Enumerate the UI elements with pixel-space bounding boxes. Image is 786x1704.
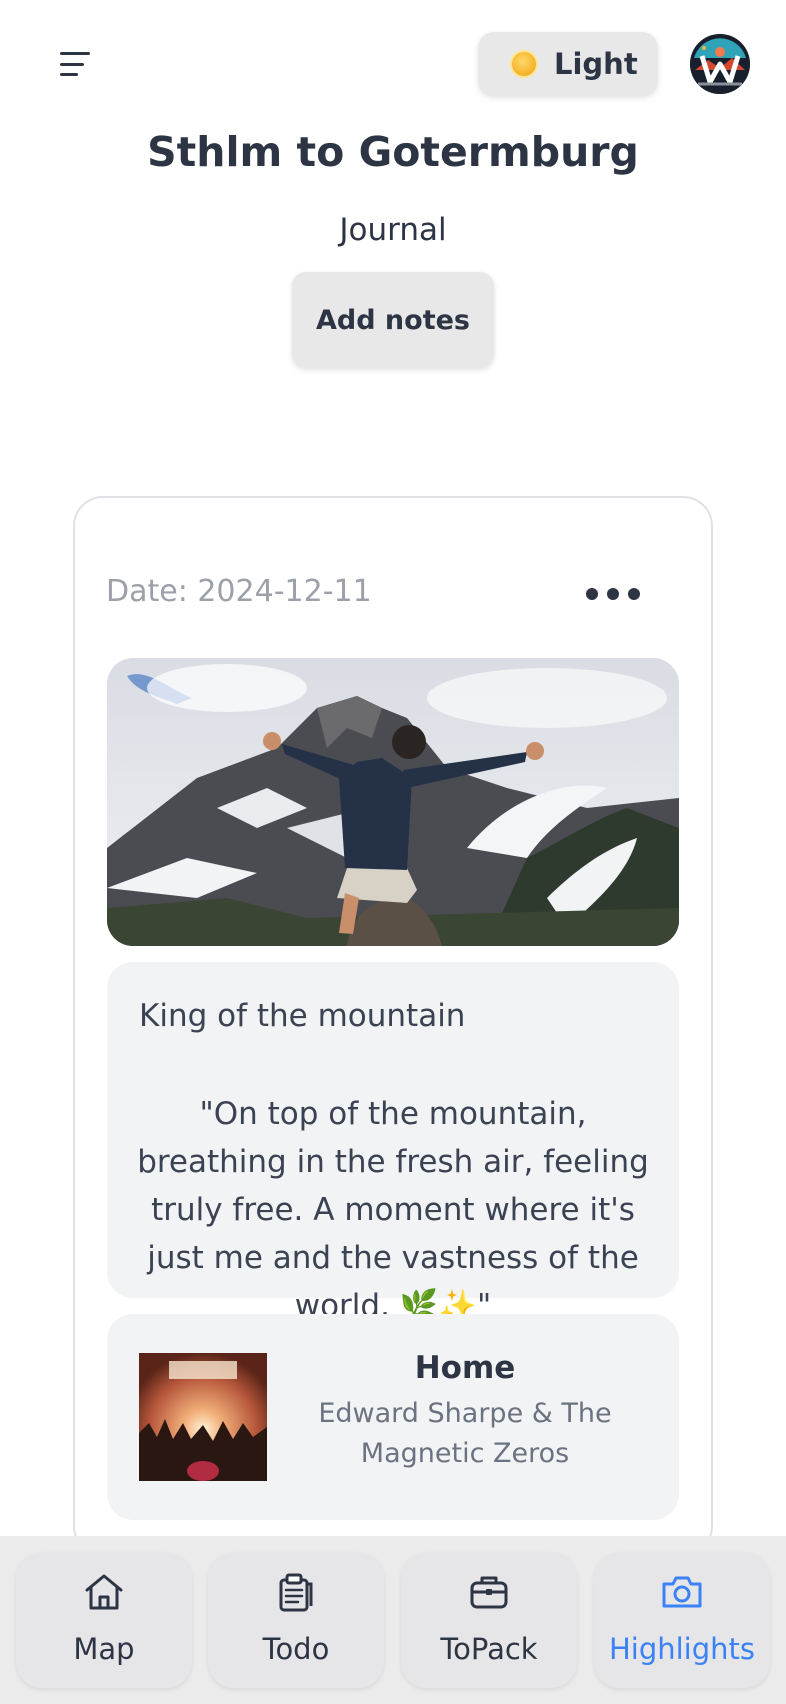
nav-label-todo: Todo	[262, 1632, 330, 1666]
nav-item-map[interactable]: Map	[16, 1552, 192, 1688]
entry-photo[interactable]	[107, 658, 679, 946]
man-on-mountain-photo	[107, 658, 679, 946]
page-title: Sthlm to Gotermburg	[147, 128, 639, 176]
add-notes-button[interactable]: Add notes	[292, 272, 494, 368]
house-icon	[85, 1574, 123, 1610]
sun-icon	[512, 52, 536, 76]
nav-label-highlights: Highlights	[608, 1632, 756, 1666]
nav-item-todo[interactable]: Todo	[208, 1552, 384, 1688]
song-artist: Edward Sharpe & The Magnetic Zeros	[318, 1398, 612, 1469]
journal-page: Light Sthlm to Gotermburg Journal Add no…	[0, 0, 786, 1704]
hamburger-menu-icon[interactable]	[60, 48, 98, 80]
avatar[interactable]	[690, 34, 750, 94]
ellipsis-icon[interactable]	[586, 578, 640, 610]
nav-item-topack[interactable]: ToPack	[401, 1552, 577, 1688]
page-subtitle: Journal	[339, 212, 447, 248]
clipboard-icon	[279, 1573, 313, 1612]
nav-item-highlights[interactable]: Highlights	[594, 1552, 770, 1688]
theme-toggle-label: Light	[554, 47, 638, 81]
theme-toggle-button[interactable]: Light	[478, 32, 658, 96]
nav-label-map: Map	[73, 1632, 135, 1666]
entry-date: Date: 2024-12-11	[106, 574, 372, 609]
album-cover	[139, 1353, 267, 1481]
camera-icon	[662, 1576, 702, 1608]
album-cover-image	[139, 1353, 267, 1481]
nav-label-topack: ToPack	[440, 1632, 538, 1666]
note-body: "On top of the mountain, breathing in th…	[137, 1096, 649, 1324]
song-title: Home	[414, 1350, 516, 1386]
note-title: King of the mountain	[139, 998, 466, 1034]
briefcase-icon	[470, 1576, 508, 1609]
app-logo-icon	[690, 34, 750, 94]
